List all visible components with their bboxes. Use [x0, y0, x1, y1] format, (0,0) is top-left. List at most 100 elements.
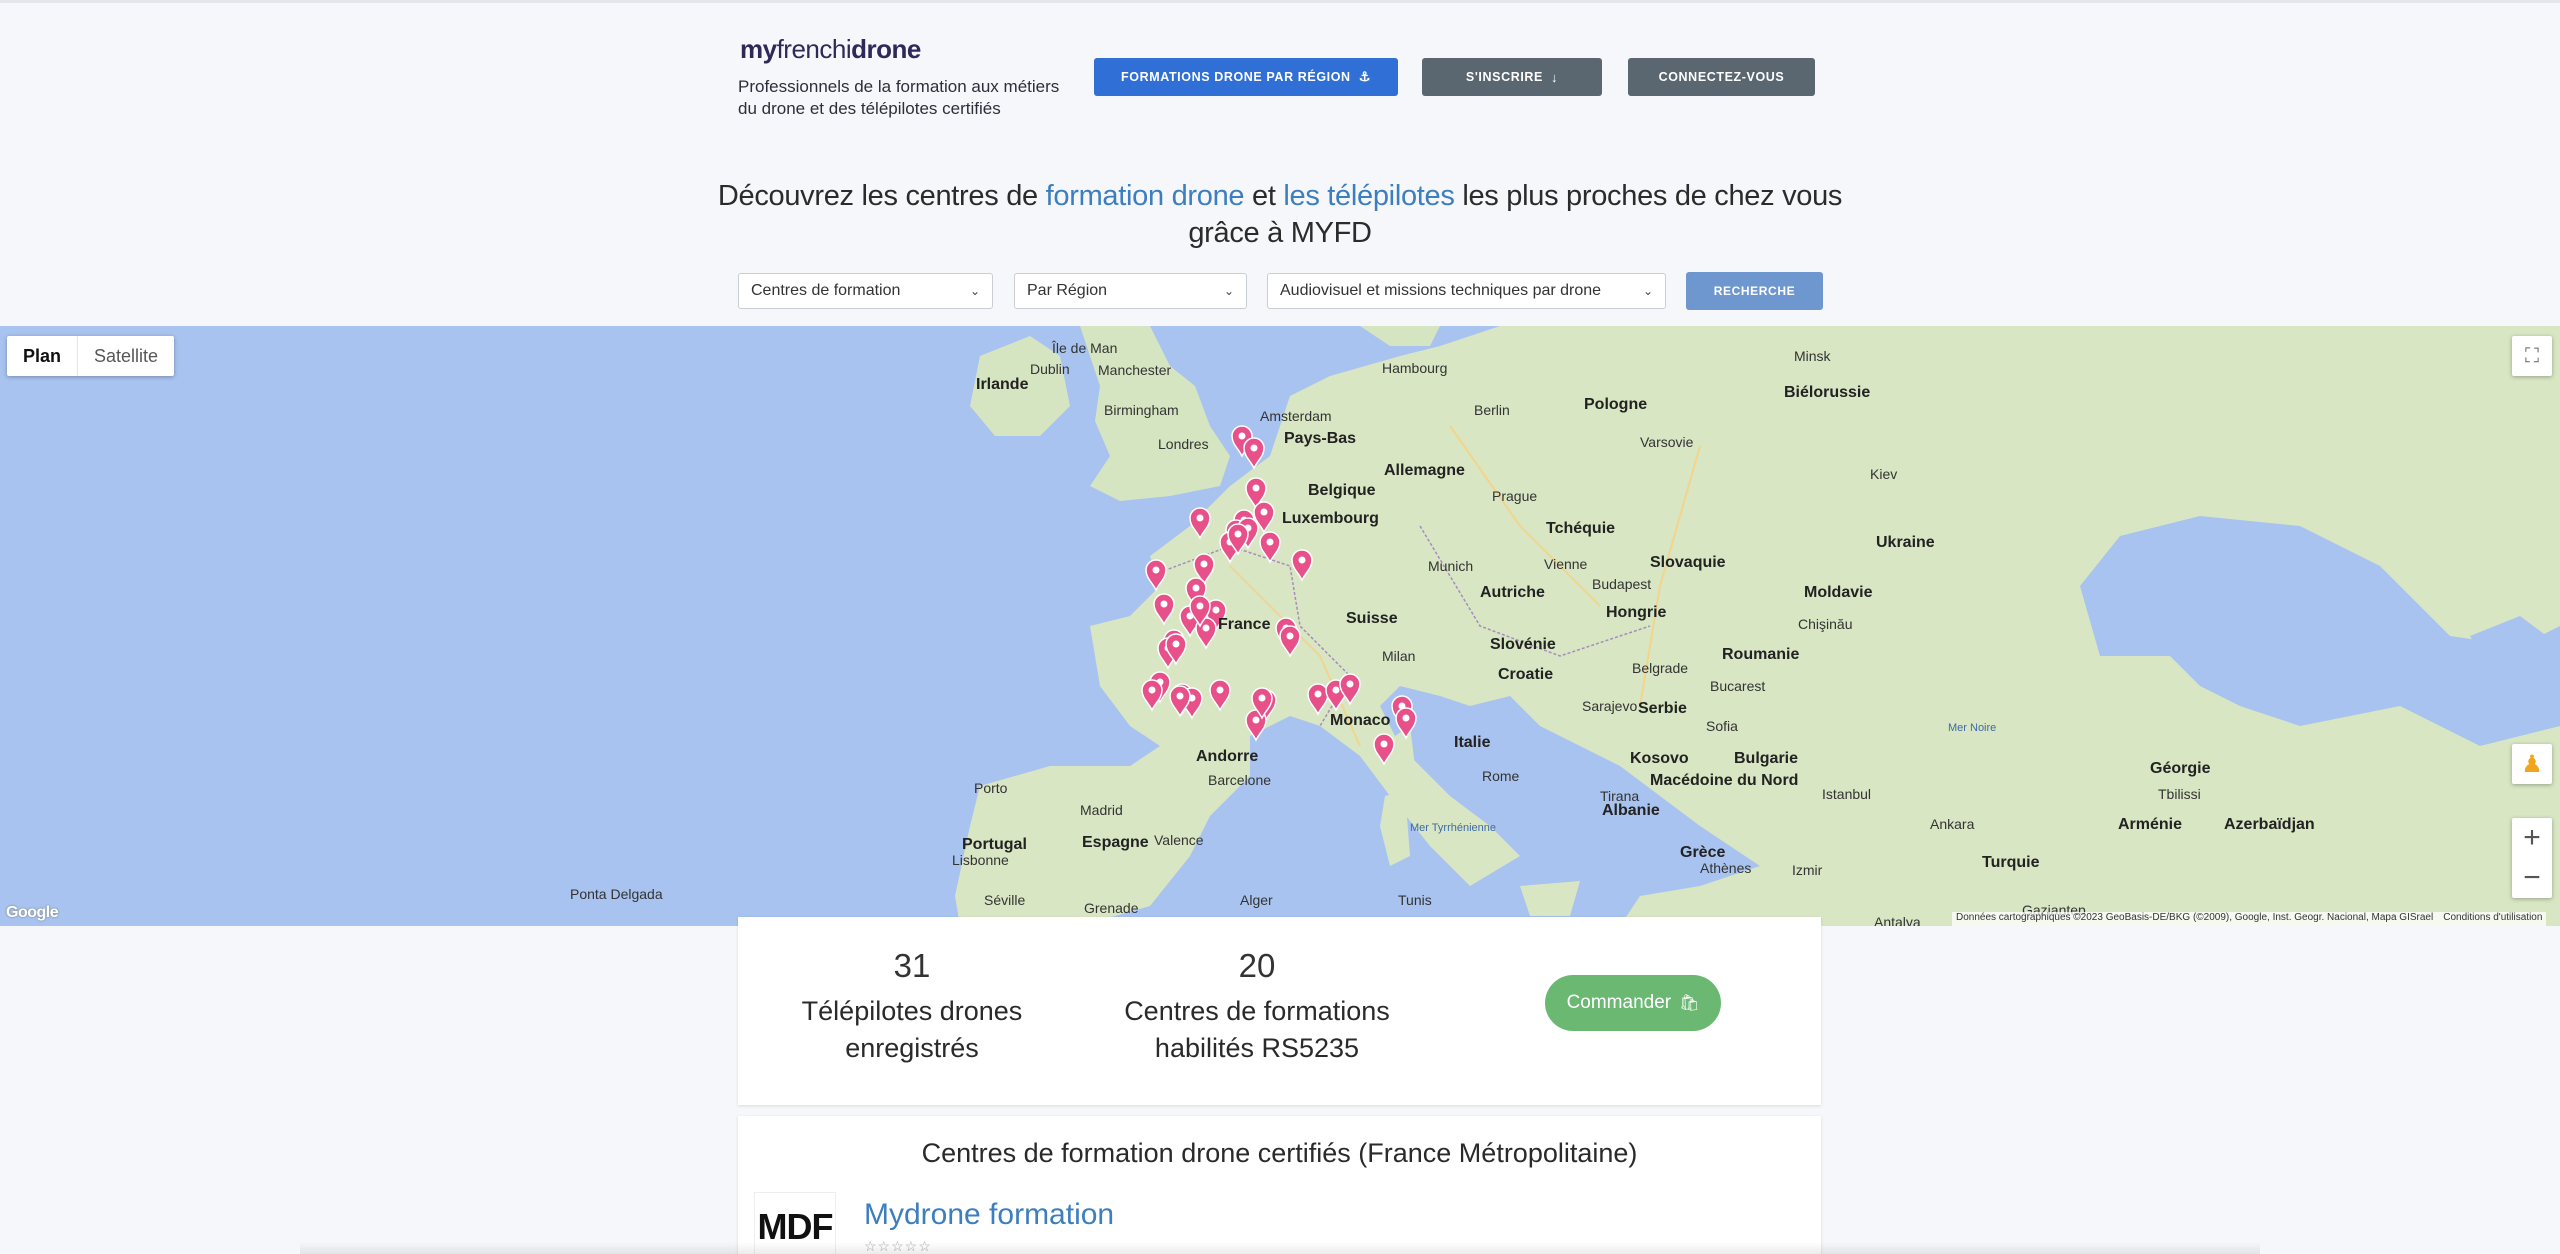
map-place-label: Autriche: [1480, 584, 1545, 601]
chevron-down-icon: ⌄: [1223, 284, 1234, 298]
map-place-label: Londres: [1158, 436, 1209, 452]
map-place-label: Grenade: [1084, 900, 1139, 916]
satellite-tab[interactable]: Satellite: [78, 336, 174, 376]
site-logo[interactable]: myfrenchidrone: [740, 34, 921, 65]
map-place-label: Kiev: [1870, 466, 1898, 482]
map-place-label: Croatie: [1498, 666, 1554, 683]
map-place-label: Azerbaïdjan: [2224, 816, 2315, 833]
arrow-down-icon: ↓: [1550, 69, 1559, 85]
map-place-label: Hongrie: [1606, 604, 1667, 621]
map-place-label: Luxembourg: [1282, 510, 1379, 527]
map-place-label: Budapest: [1592, 576, 1652, 592]
chevron-down-icon: ⌄: [969, 284, 980, 298]
map-place-label: Slovénie: [1490, 636, 1556, 653]
centers-count: 20: [1238, 947, 1276, 984]
map-place-label: Séville: [984, 892, 1026, 908]
map-place-label: Ankara: [1930, 816, 1975, 832]
formations-region-button[interactable]: FORMATIONS DRONE PAR RÉGION ⚓︎: [1094, 58, 1398, 96]
site-tagline: Professionnels de la formation aux métie…: [738, 77, 1060, 118]
map-place-label: Hambourg: [1382, 360, 1448, 376]
map-place-label: Lisbonne: [952, 852, 1009, 868]
map-place-label: Espagne: [1082, 834, 1149, 851]
map-place-label: Géorgie: [2150, 760, 2211, 777]
list-title: Centres de formation drone certifiés (Fr…: [921, 1138, 1638, 1168]
center-name-link[interactable]: Mydrone formation: [864, 1198, 1114, 1232]
chevron-down-icon: ⌄: [1642, 284, 1653, 298]
page-headline: Découvrez les centres de formation drone…: [700, 178, 1860, 252]
headline-text-2: et: [1244, 180, 1284, 212]
map-place-label: Dublin: [1030, 361, 1070, 377]
activity-select[interactable]: Audiovisuel et missions techniques par d…: [1267, 273, 1666, 309]
google-logo: Google: [6, 904, 59, 921]
map-place-label: Varsovie: [1640, 434, 1694, 450]
map-place-label: Mer Tyrrhénienne: [1410, 822, 1497, 834]
activity-select-value: Audiovisuel et missions techniques par d…: [1280, 282, 1602, 299]
centers-stat: 20 Centres de formations habilités RS523…: [1098, 947, 1416, 1067]
map-place-label: Allemagne: [1384, 462, 1465, 479]
signup-label: S'INSCRIRE: [1465, 70, 1543, 84]
map-place-label: Manchester: [1098, 362, 1172, 378]
map-view[interactable]: Île de Man Dublin Irlande Manchester Birming…: [0, 326, 2560, 926]
map-place-label: Slovaquie: [1650, 554, 1726, 571]
centers-label: Centres de formations habilités RS5235: [1124, 996, 1390, 1063]
map-place-label: Valence: [1154, 832, 1204, 848]
login-button[interactable]: CONNECTEZ-VOUS: [1628, 58, 1815, 96]
map-place-label: Prague: [1492, 488, 1538, 504]
map-place-label: Irlande: [976, 376, 1029, 393]
map-type-toggle[interactable]: Plan Satellite: [7, 336, 175, 376]
type-select-value: Centres de formation: [751, 282, 901, 299]
zoom-control: + −: [2512, 818, 2552, 898]
map-place-label: Sofia: [1706, 718, 1738, 734]
map-place-label: Vienne: [1544, 556, 1588, 572]
map-place-label: Arménie: [2118, 816, 2183, 833]
map-place-label: Istanbul: [1822, 786, 1872, 802]
stats-card: 31 Télépilotes drones enregistrés 20 Cen…: [738, 917, 1821, 1105]
headline-text-1: Découvrez les centres de: [717, 180, 1046, 212]
formations-region-label: FORMATIONS DRONE PAR RÉGION: [1121, 70, 1351, 84]
map-place-label: Izmir: [1792, 862, 1823, 878]
order-label: Commander: [1566, 992, 1672, 1013]
map-place-label: Chişinău: [1798, 616, 1853, 632]
zoom-in-button[interactable]: +: [2523, 818, 2541, 858]
map-place-label: Tchéquie: [1546, 520, 1616, 537]
order-button[interactable]: Commander 🛍︎: [1545, 975, 1721, 1031]
map-place-label: Pays-Bas: [1284, 430, 1357, 447]
map-place-label: Italie: [1454, 734, 1491, 751]
map-place-label: Sarajevo: [1582, 698, 1638, 714]
anchor-icon: ⚓︎: [1358, 69, 1371, 84]
map-place-label: Moldavie: [1804, 584, 1873, 601]
map-place-label: Tbilissi: [2158, 786, 2201, 802]
map-place-label: Munich: [1428, 558, 1474, 574]
map-place-label: Pologne: [1584, 396, 1648, 413]
attribution-text: Données cartographiques ©2023 GeoBasis-D…: [1956, 912, 2434, 923]
map-place-label: Albanie: [1602, 802, 1660, 819]
bottom-shadow: [300, 1242, 2260, 1254]
logo-my: my: [740, 34, 777, 64]
street-view-icon[interactable]: ♟: [2512, 744, 2552, 784]
map-place-label: Rome: [1482, 768, 1520, 784]
type-select[interactable]: Centres de formation ⌄: [738, 273, 993, 309]
login-label: CONNECTEZ-VOUS: [1658, 70, 1785, 84]
map-place-label: Tunis: [1398, 892, 1432, 908]
map-place-label: Barcelone: [1208, 772, 1272, 788]
logo-drone: drone: [851, 34, 921, 64]
logo-french: frenchi: [776, 34, 852, 64]
zoom-out-button[interactable]: −: [2523, 858, 2541, 898]
map-place-label: Madrid: [1080, 802, 1123, 818]
map-place-label: Bucarest: [1710, 678, 1766, 694]
pilots-count: 31: [893, 947, 931, 984]
region-select[interactable]: Par Région ⌄: [1014, 273, 1247, 309]
fullscreen-icon[interactable]: ⛶: [2512, 336, 2552, 376]
headline-link-formation[interactable]: formation drone: [1046, 180, 1245, 212]
region-select-value: Par Région: [1027, 282, 1108, 299]
shopping-bag-icon: 🛍︎: [1679, 995, 1700, 1012]
search-button[interactable]: RECHERCHE: [1686, 272, 1823, 310]
terms-link[interactable]: Conditions d'utilisation: [2443, 912, 2542, 923]
map-place-label: Alger: [1240, 892, 1273, 908]
map-place-label: Suisse: [1346, 610, 1398, 627]
map-place-label: Ukraine: [1876, 534, 1935, 551]
plan-tab[interactable]: Plan: [7, 336, 79, 376]
pilots-stat: 31 Télépilotes drones enregistrés: [786, 947, 1038, 1067]
headline-link-telepilotes[interactable]: les télépilotes: [1283, 180, 1455, 212]
signup-button[interactable]: S'INSCRIRE ↓: [1422, 58, 1602, 96]
